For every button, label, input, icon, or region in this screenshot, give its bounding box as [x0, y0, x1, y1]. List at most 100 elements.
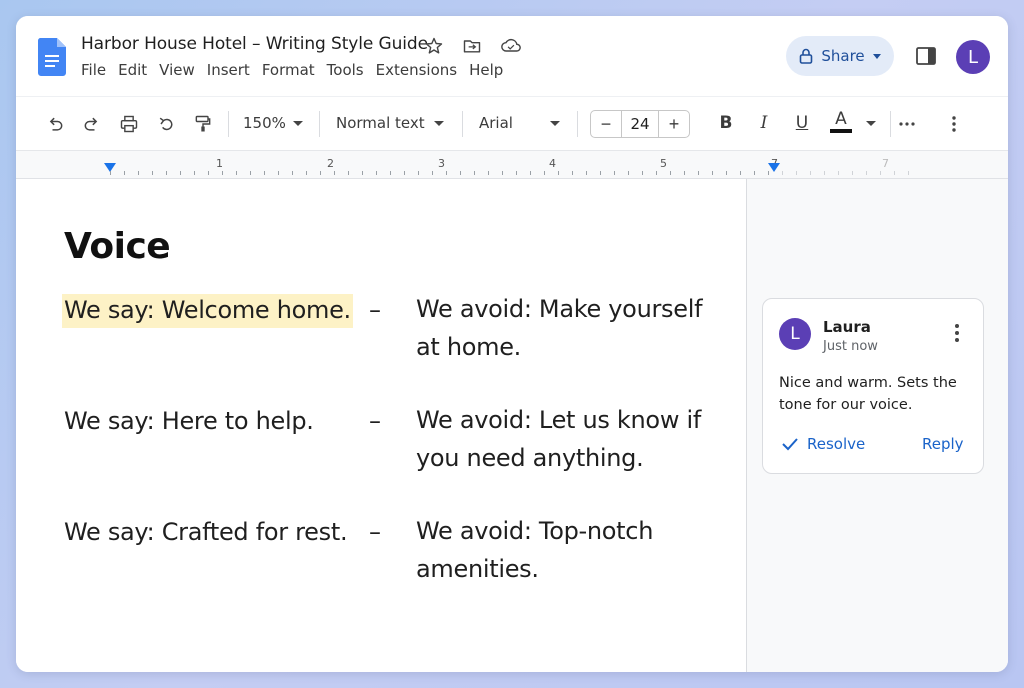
zoom-select[interactable]: 150% — [243, 114, 286, 132]
formatting-toolbar: 150% Normal text Arial − 24 + B I U A — [16, 96, 1008, 150]
ruler-tick — [530, 171, 531, 175]
ruler-tick — [250, 171, 251, 175]
ruler-tick — [810, 171, 811, 175]
font-select[interactable]: Arial — [479, 114, 513, 132]
ruler-tick — [124, 171, 125, 175]
ruler-number: 2 — [327, 157, 334, 170]
avoid-text: We avoid: Let us know if you need anythi… — [416, 406, 701, 472]
undo-icon[interactable] — [44, 113, 66, 135]
menu-file[interactable]: File — [81, 61, 112, 79]
menu-help[interactable]: Help — [463, 61, 509, 79]
ruler-tick — [586, 171, 587, 175]
comment-body: Nice and warm. Sets the tone for our voi… — [779, 375, 957, 413]
paragraph-style-select[interactable]: Normal text — [336, 114, 425, 132]
say-text: We say: Here to help. — [64, 407, 314, 435]
ruler-tick — [726, 171, 727, 175]
comment-author: Laura — [823, 318, 871, 336]
right-indent-marker[interactable] — [768, 163, 780, 172]
docs-logo-icon[interactable] — [38, 38, 66, 76]
ruler-tick — [712, 171, 713, 175]
ruler-tick — [698, 171, 699, 175]
menu-format[interactable]: Format — [256, 61, 321, 79]
decrease-font-size-button[interactable]: − — [591, 111, 621, 137]
menu-insert[interactable]: Insert — [201, 61, 256, 79]
ruler-tick — [684, 171, 685, 175]
reply-button[interactable]: Reply — [922, 435, 964, 453]
ruler-tick — [264, 171, 265, 175]
toolbar-divider — [577, 111, 578, 137]
ruler-tick — [180, 171, 181, 175]
chevron-down-icon — [872, 53, 881, 59]
ruler[interactable]: 1 2 3 4 5 7 7 — [16, 150, 1008, 179]
text-color-chevron-down-icon[interactable] — [866, 121, 876, 126]
ruler-tick — [334, 171, 335, 175]
ruler-tick — [544, 171, 545, 175]
menu-bar: File Edit View Insert Format Tools Exten… — [81, 61, 509, 79]
move-folder-icon[interactable] — [461, 35, 483, 57]
menu-view[interactable]: View — [153, 61, 201, 79]
cloud-saved-icon[interactable] — [500, 35, 522, 57]
ruler-tick — [670, 171, 671, 175]
side-panel-icon[interactable] — [915, 45, 937, 67]
ruler-number: 4 — [549, 157, 556, 170]
ruler-tick — [362, 171, 363, 175]
ruler-tick — [880, 171, 881, 175]
title-bar: Harbor House Hotel – Writing Style Guide… — [16, 16, 1008, 96]
ruler-tick — [796, 171, 797, 175]
menu-extensions[interactable]: Extensions — [370, 61, 463, 79]
ruler-tick — [432, 171, 433, 175]
font-size-control: − 24 + — [590, 110, 690, 138]
document-heading: Voice — [64, 226, 171, 267]
font-chevron-down-icon[interactable] — [550, 121, 560, 126]
row-dash: – — [369, 518, 381, 546]
comment-more-options-icon[interactable] — [949, 321, 965, 345]
ruler-tick — [782, 171, 783, 175]
ruler-tick — [502, 171, 503, 175]
ruler-tick — [908, 171, 909, 175]
ruler-tick — [194, 171, 195, 175]
ruler-tick — [446, 171, 447, 175]
menu-tools[interactable]: Tools — [321, 61, 370, 79]
more-options-horizontal-icon[interactable] — [896, 113, 918, 135]
document-canvas[interactable]: Voice We say: Welcome home. – We avoid: … — [16, 179, 746, 672]
account-avatar[interactable]: L — [956, 40, 990, 74]
ruler-tick — [572, 171, 573, 175]
ruler-tick — [488, 171, 489, 175]
ruler-tick — [208, 171, 209, 175]
more-vertical-icon[interactable] — [943, 113, 965, 135]
star-icon[interactable] — [423, 35, 445, 57]
ruler-tick — [460, 171, 461, 175]
spellcheck-icon[interactable] — [155, 113, 177, 135]
ruler-tick — [222, 171, 223, 175]
menu-edit[interactable]: Edit — [112, 61, 153, 79]
increase-font-size-button[interactable]: + — [659, 111, 689, 137]
toolbar-divider — [890, 111, 891, 137]
text-color-button[interactable]: A — [830, 109, 852, 133]
avoid-text: We avoid: Make yourself at home. — [416, 295, 703, 361]
comment-card[interactable]: L Laura Just now Nice and warm. Sets the… — [762, 298, 984, 474]
share-button[interactable]: Share — [786, 36, 894, 76]
resolve-button[interactable]: Resolve — [781, 435, 865, 453]
font-size-input[interactable]: 24 — [621, 111, 659, 137]
document-title[interactable]: Harbor House Hotel – Writing Style Guide — [81, 34, 428, 54]
ruler-tick — [824, 171, 825, 175]
ruler-number: 7 — [882, 157, 889, 170]
toolbar-divider — [319, 111, 320, 137]
ruler-tick — [320, 171, 321, 175]
print-icon[interactable] — [118, 113, 140, 135]
ruler-tick — [628, 171, 629, 175]
italic-button[interactable]: I — [753, 113, 775, 133]
bold-button[interactable]: B — [715, 113, 737, 133]
underline-button[interactable]: U — [791, 113, 813, 133]
ruler-tick — [600, 171, 601, 175]
style-chevron-down-icon[interactable] — [434, 121, 444, 126]
zoom-chevron-down-icon[interactable] — [293, 121, 303, 126]
row-dash: – — [369, 407, 381, 435]
ruler-tick — [642, 171, 643, 175]
paint-format-icon[interactable] — [192, 113, 214, 135]
ruler-tick — [754, 171, 755, 175]
docs-window: Harbor House Hotel – Writing Style Guide… — [16, 16, 1008, 672]
ruler-tick — [474, 171, 475, 175]
ruler-tick — [236, 171, 237, 175]
redo-icon[interactable] — [81, 113, 103, 135]
